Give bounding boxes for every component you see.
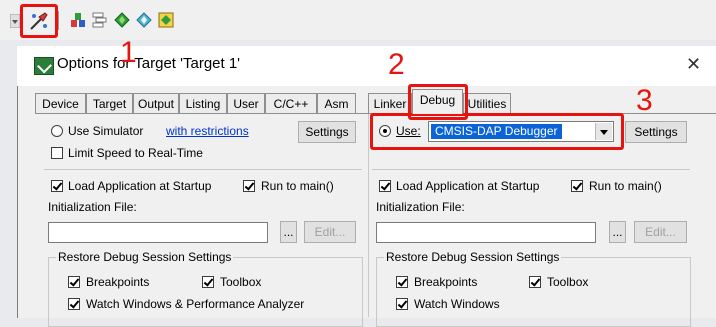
toolbar-dropdown-icon[interactable] — [9, 13, 21, 29]
init-file-input[interactable] — [48, 222, 268, 243]
right-init-file-input[interactable] — [376, 222, 596, 243]
annotation-box-1 — [20, 4, 58, 38]
right-watch-windows-label: Watch Windows — [414, 297, 500, 311]
tab-user[interactable]: User — [227, 93, 265, 113]
pack-installer-icon[interactable] — [114, 12, 130, 28]
init-file-label: Initialization File: — [48, 200, 137, 214]
toolbox-checkbox[interactable] — [202, 276, 214, 288]
manage-rte-icon[interactable] — [158, 12, 174, 28]
tab-asm[interactable]: Asm — [317, 93, 356, 113]
use-simulator-label[interactable]: Use Simulator — [68, 124, 143, 138]
right-load-app-label: Load Application at Startup — [396, 179, 540, 193]
annotation-box-3 — [370, 113, 624, 150]
tab-c-cpp[interactable]: C/C++ — [265, 93, 317, 113]
right-load-app-checkbox[interactable] — [379, 180, 391, 192]
select-software-packs-icon[interactable] — [136, 12, 152, 28]
right-watch-windows-checkbox[interactable] — [396, 298, 408, 310]
tab-utilities[interactable]: Utilities — [463, 93, 511, 113]
tab-debug[interactable]: Debug — [412, 89, 463, 114]
init-file-edit-button[interactable]: Edit... — [304, 221, 356, 243]
close-icon[interactable]: ✕ — [686, 54, 701, 75]
right-breakpoints-checkbox[interactable] — [396, 276, 408, 288]
right-toolbox-checkbox[interactable] — [529, 276, 541, 288]
simulator-settings-button[interactable]: Settings — [298, 121, 356, 143]
limit-speed-label: Limit Speed to Real-Time — [68, 146, 203, 160]
tab-output[interactable]: Output — [133, 93, 179, 113]
file-extensions-icon[interactable] — [92, 12, 108, 28]
init-file-browse-button[interactable]: ... — [280, 221, 297, 243]
tab-listing[interactable]: Listing — [179, 93, 227, 113]
limit-speed-checkbox[interactable] — [51, 147, 63, 159]
use-simulator-radio[interactable] — [51, 125, 63, 137]
right-init-file-label: Initialization File: — [376, 200, 465, 214]
left-separator — [44, 169, 362, 170]
watch-windows-label: Watch Windows & Performance Analyzer — [86, 297, 305, 311]
annotation-number-2: 2 — [388, 48, 405, 81]
load-app-label: Load Application at Startup — [68, 179, 212, 193]
tab-linker[interactable]: Linker — [368, 93, 412, 113]
right-toolbox-label: Toolbox — [547, 275, 589, 289]
panel-divider — [368, 114, 369, 317]
right-breakpoints-label: Breakpoints — [414, 275, 478, 289]
tab-target[interactable]: Target — [86, 93, 133, 113]
annotation-number-3: 3 — [636, 84, 653, 117]
annotation-number-1: 1 — [120, 36, 137, 69]
load-app-checkbox[interactable] — [51, 180, 63, 192]
right-run-main-label: Run to main() — [589, 179, 662, 193]
breakpoints-label: Breakpoints — [86, 275, 150, 289]
manage-components-icon[interactable] — [70, 12, 86, 28]
toolbox-label: Toolbox — [220, 275, 262, 289]
app-icon — [34, 57, 54, 75]
toolbar-separator — [58, 11, 59, 30]
right-restore-settings-title: Restore Debug Session Settings — [384, 250, 562, 264]
breakpoints-checkbox[interactable] — [68, 276, 80, 288]
debugger-settings-button[interactable]: Settings — [625, 121, 687, 143]
run-main-label: Run to main() — [261, 179, 334, 193]
watch-windows-checkbox[interactable] — [68, 298, 80, 310]
right-run-main-checkbox[interactable] — [571, 180, 583, 192]
restrictions-link[interactable]: with restrictions — [166, 124, 249, 138]
run-main-checkbox[interactable] — [243, 180, 255, 192]
right-separator — [372, 169, 690, 170]
restore-settings-title: Restore Debug Session Settings — [56, 250, 234, 264]
dialog-title: Options for Target 'Target 1' — [57, 55, 241, 72]
tab-device[interactable]: Device — [35, 93, 86, 113]
right-init-file-browse-button[interactable]: ... — [609, 221, 626, 243]
right-init-file-edit-button[interactable]: Edit... — [634, 221, 687, 243]
